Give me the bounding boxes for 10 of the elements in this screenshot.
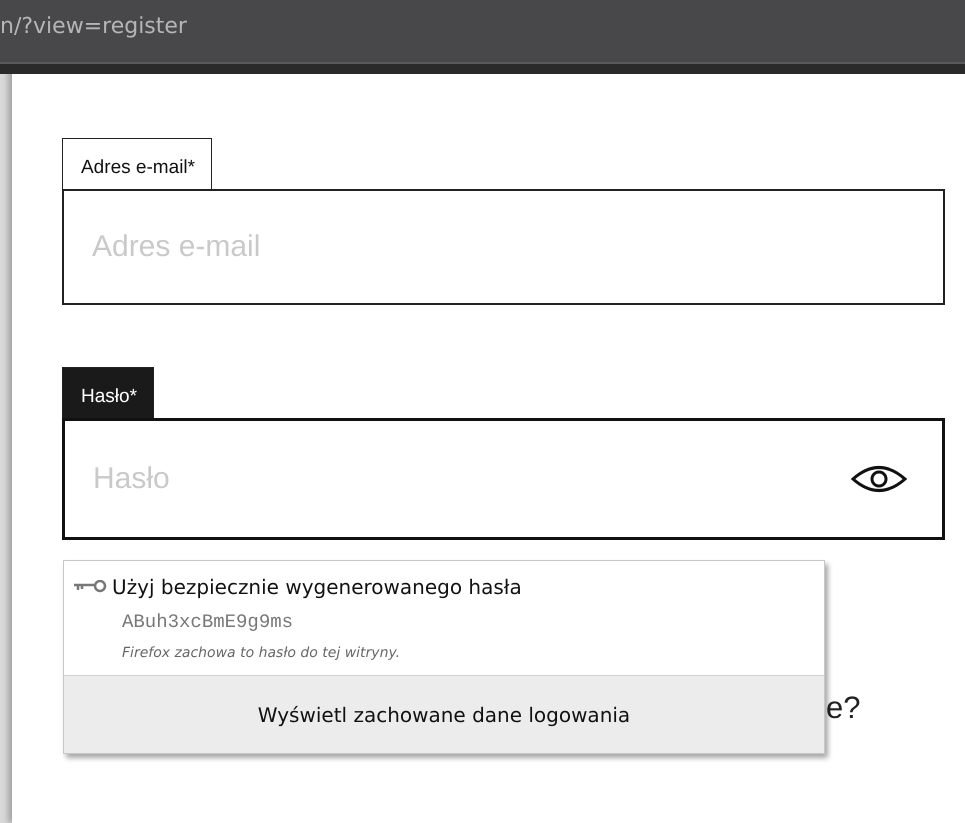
field-label: Hasło* xyxy=(62,367,154,418)
generated-password[interactable]: ABuh3xcBmE9g9ms xyxy=(74,611,824,633)
background-text: e? xyxy=(826,690,860,726)
field-label: Adres e-mail* xyxy=(62,138,212,189)
view-saved-logins-button[interactable]: Wyświetl zachowane dane logowania xyxy=(64,675,824,753)
note-text: Firefox zachowa to hasło do tej witryny. xyxy=(121,645,402,661)
suggestion-text[interactable]: Użyj bezpiecznie wygenerowanego hasła xyxy=(112,575,522,599)
address-bar-url[interactable]: n/?view=register xyxy=(0,14,187,50)
eye-icon[interactable] xyxy=(851,464,907,494)
key-icon xyxy=(74,580,108,594)
